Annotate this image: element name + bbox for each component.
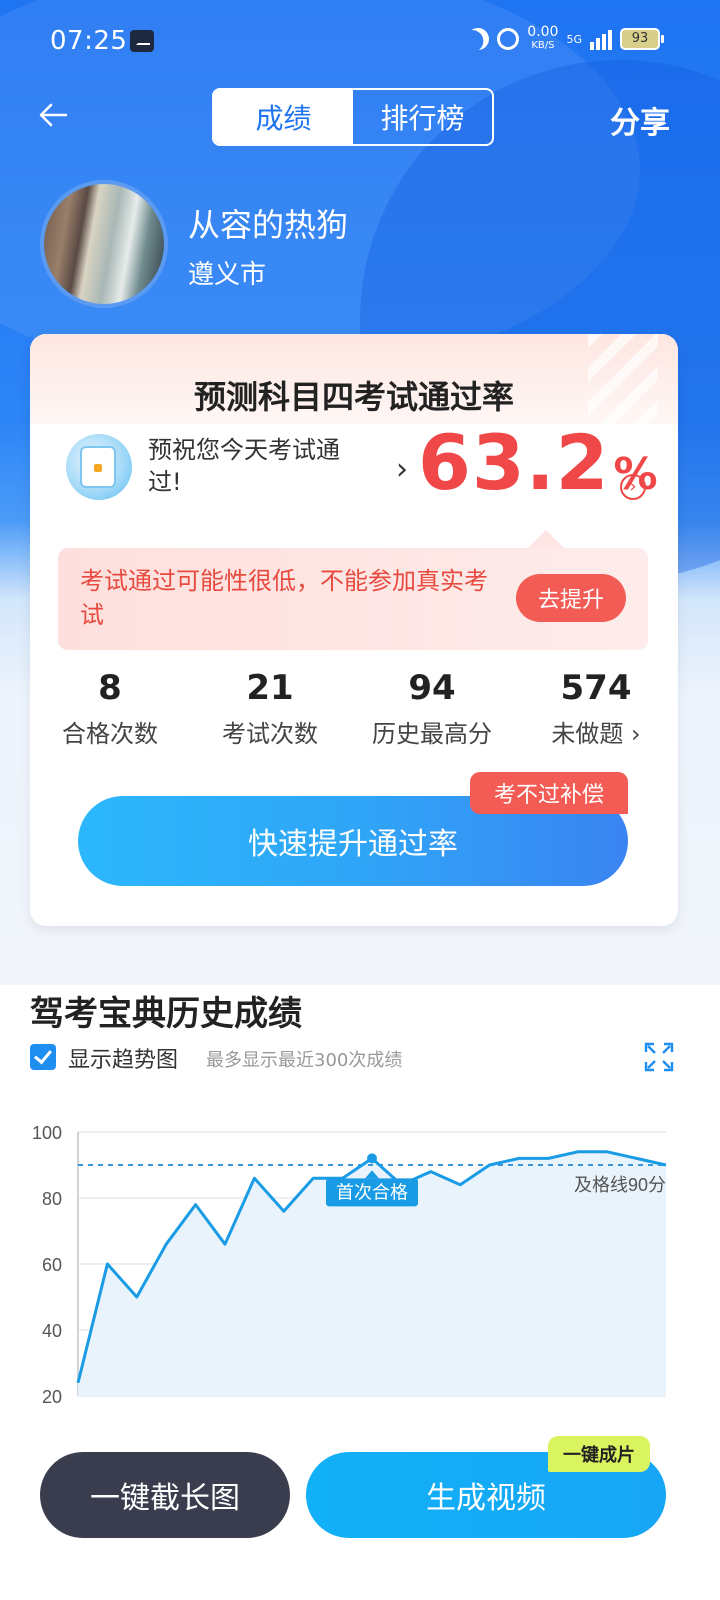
stat-label: 考试次数 [222,720,318,748]
back-button[interactable] [36,98,76,138]
fullscreen-icon[interactable] [644,1042,674,1072]
stat-undone-questions[interactable]: 574 未做题 › [516,668,676,749]
pass-line-label: 及格线90分 [574,1175,666,1195]
alarm-icon [497,28,520,50]
history-title: 驾考宝典历史成绩 [30,994,302,1034]
circle-chevron-right-icon[interactable]: › [620,474,646,500]
share-button[interactable]: 分享 [610,98,670,142]
improve-button[interactable]: 去提升 [516,574,626,622]
network-speed-value: 0.00 [527,24,559,40]
score-trend-chart: 100 80 60 40 20 及格线90分 首次合格 [32,1123,667,1407]
stat-pass-count[interactable]: 8 合格次数 [30,668,190,749]
stat-value: 94 [408,668,456,708]
user-city: 遵义市 [188,260,267,290]
network-type: 5G [566,32,582,46]
do-not-disturb-icon [464,25,492,53]
chevron-right-icon: › [631,720,641,748]
battery-icon: 93 [620,28,664,50]
y-tick-label: 100 [32,1123,62,1143]
tab-score[interactable]: 成绩 [214,90,353,144]
first-pass-label: 首次合格 [336,1182,408,1202]
top-nav: 成绩 排行榜 分享 [0,86,720,150]
battery-level: 93 [631,31,649,46]
stat-value: 574 [560,668,632,708]
warning-box: 考试通过可能性很低，不能参加真实考试 去提升 [58,530,648,650]
stat-label: 合格次数 [62,720,158,748]
status-time: 07:25 [50,26,128,56]
pass-rate-value: 63.2 [418,418,610,507]
exam-paper-icon [66,434,132,500]
trend-label[interactable]: 显示趋势图 [68,1042,178,1074]
arrow-left-icon [39,103,68,127]
stat-exam-count[interactable]: 21 考试次数 [190,668,350,749]
stat-label: 未做题 › [516,714,676,749]
y-tick-label: 20 [42,1387,62,1407]
one-click-tag: 一键成片 [548,1436,650,1472]
notification-app-icon [130,30,154,52]
trend-checkbox[interactable] [30,1044,56,1070]
network-speed: 0.00 KB/S [527,24,559,52]
tab-switcher: 成绩 排行榜 [212,88,494,146]
compensation-badge[interactable]: 考不过补偿 [470,772,628,814]
network-speed-unit: KB/S [531,40,555,51]
trend-hint: 最多显示最近300次成绩 [206,1050,403,1071]
status-indicators: 0.00 KB/S 5G 93 [464,24,664,53]
stat-best-score[interactable]: 94 历史最高分 [352,668,512,749]
first-pass-point [367,1153,377,1164]
tab-ranking[interactable]: 排行榜 [353,90,492,144]
wish-text: 预祝您今天考试通过! [148,436,340,496]
prediction-title: 预测科目四考试通过率 [193,378,514,416]
stat-value: 8 [98,668,122,708]
prediction-card: 预测科目四考试通过率 预祝您今天考试通过! › 63.2 % › 考试通过可能性… [30,334,678,926]
stats-row: 8 合格次数 21 考试次数 94 历史最高分 574 未做题 › [30,668,678,758]
y-tick-label: 60 [42,1255,62,1275]
long-screenshot-button[interactable]: 一键截长图 [40,1452,290,1538]
avatar[interactable] [40,180,168,308]
username: 从容的热狗 [188,206,349,244]
y-tick-label: 40 [42,1321,62,1341]
stat-label-text: 未做题 [551,720,624,748]
signal-icon [590,28,612,50]
stat-value: 21 [246,668,294,708]
status-bar: 07:25 0.00 KB/S 5G 93 [0,0,720,84]
stat-label: 历史最高分 [372,720,492,748]
warning-text: 考试通过可能性很低，不能参加真实考试 [80,567,488,629]
chevron-right-icon: › [396,452,408,487]
y-tick-label: 80 [42,1189,62,1209]
